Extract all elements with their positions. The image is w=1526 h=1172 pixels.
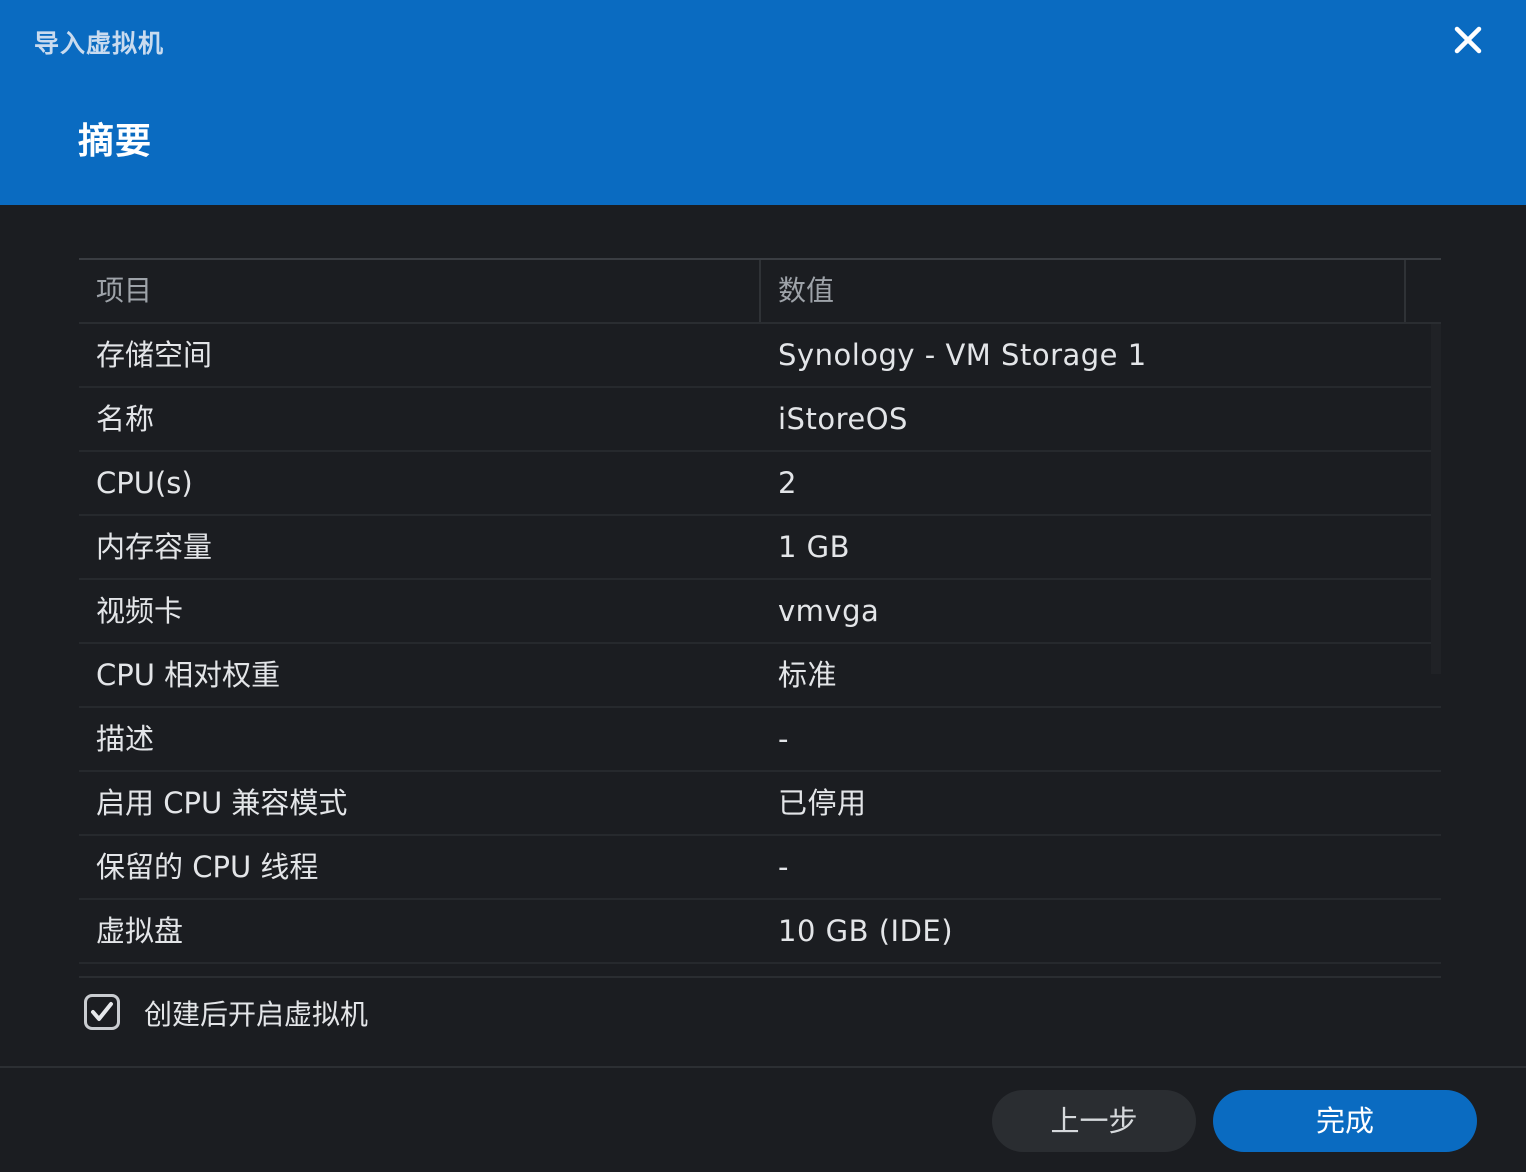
finish-button[interactable]: 完成 bbox=[1213, 1090, 1477, 1152]
table-scrollbar[interactable] bbox=[1431, 324, 1441, 674]
row-value: 标准 bbox=[778, 658, 838, 692]
checkmark-icon bbox=[91, 1002, 113, 1021]
row-value: 已停用 bbox=[778, 786, 867, 820]
column-header-value[interactable]: 数值 bbox=[778, 260, 834, 322]
table-row[interactable]: 描述 - bbox=[79, 708, 1441, 772]
close-icon bbox=[1454, 26, 1482, 54]
table-row[interactable]: 启用 CPU 兼容模式 已停用 bbox=[79, 772, 1441, 836]
row-item-label: 虚拟盘 bbox=[96, 914, 184, 948]
column-resize-handle[interactable] bbox=[759, 260, 761, 322]
row-item-label: 保留的 CPU 线程 bbox=[96, 850, 319, 884]
window-title: 导入虚拟机 bbox=[34, 29, 165, 58]
row-value: iStoreOS bbox=[778, 402, 908, 436]
row-item-label: 视频卡 bbox=[96, 594, 184, 628]
table-row[interactable]: 保留的 CPU 线程 - bbox=[79, 836, 1441, 900]
table-row[interactable]: 名称 iStoreOS bbox=[79, 388, 1441, 452]
row-value: - bbox=[778, 850, 789, 884]
column-resize-handle[interactable] bbox=[1404, 260, 1406, 322]
power-on-checkbox-label[interactable]: 创建后开启虚拟机 bbox=[144, 994, 368, 1036]
row-item-label: 描述 bbox=[96, 722, 155, 756]
summary-table: 项目 数值 存储空间 Synology - VM Storage 1 名称 iS… bbox=[79, 258, 1441, 978]
dialog-header: 导入虚拟机 摘要 bbox=[0, 0, 1526, 205]
table-row[interactable]: CPU(s) 2 bbox=[79, 452, 1441, 516]
row-item-label: 内存容量 bbox=[96, 530, 213, 564]
import-vm-dialog: 导入虚拟机 摘要 项目 数值 存储空间 Synology - VM Storag… bbox=[0, 0, 1526, 1172]
row-item-label: CPU 相对权重 bbox=[96, 658, 281, 692]
dialog-footer: 上一步 完成 bbox=[0, 1066, 1526, 1172]
back-button[interactable]: 上一步 bbox=[992, 1090, 1196, 1152]
close-button[interactable] bbox=[1446, 18, 1490, 62]
row-value: Synology - VM Storage 1 bbox=[778, 338, 1147, 372]
row-value: 10 GB (IDE) bbox=[778, 914, 954, 948]
page-title: 摘要 bbox=[78, 121, 153, 162]
table-row[interactable]: 视频卡 vmvga bbox=[79, 580, 1441, 644]
row-value: - bbox=[778, 722, 789, 756]
row-item-label: CPU(s) bbox=[96, 466, 193, 500]
row-value: vmvga bbox=[778, 594, 880, 628]
row-value: 1 GB bbox=[778, 530, 851, 564]
table-body: 存储空间 Synology - VM Storage 1 名称 iStoreOS… bbox=[79, 324, 1441, 964]
table-row[interactable]: 虚拟盘 10 GB (IDE) bbox=[79, 900, 1441, 964]
table-bottom-border bbox=[79, 976, 1441, 978]
row-item-label: 存储空间 bbox=[96, 338, 213, 372]
row-item-label: 启用 CPU 兼容模式 bbox=[96, 786, 348, 820]
row-item-label: 名称 bbox=[96, 402, 155, 436]
row-value: 2 bbox=[778, 466, 797, 500]
table-row[interactable]: 存储空间 Synology - VM Storage 1 bbox=[79, 324, 1441, 388]
column-header-item[interactable]: 项目 bbox=[96, 260, 152, 322]
table-row[interactable]: CPU 相对权重 标准 bbox=[79, 644, 1441, 708]
power-on-checkbox[interactable] bbox=[84, 994, 120, 1030]
table-row[interactable]: 内存容量 1 GB bbox=[79, 516, 1441, 580]
